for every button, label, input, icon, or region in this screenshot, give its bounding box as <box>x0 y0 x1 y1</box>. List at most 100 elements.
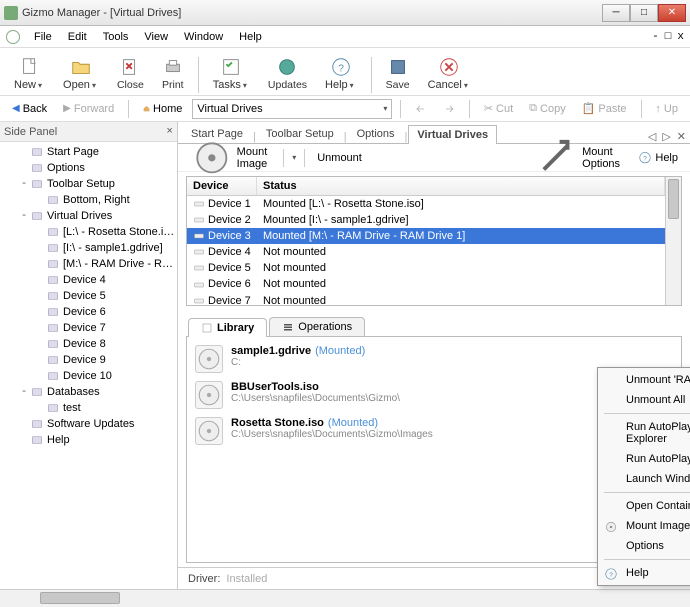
device-row[interactable]: Device 1Mounted [L:\ - Rosetta Stone.iso… <box>187 196 665 212</box>
svg-text:?: ? <box>338 64 344 75</box>
library-item-name: Rosetta Stone.iso(Mounted) <box>231 417 597 429</box>
tree-item[interactable]: Software Updates <box>0 416 177 432</box>
column-header-device[interactable]: Device <box>187 177 257 195</box>
device-status: Mounted [L:\ - Rosetta Stone.iso] <box>257 197 665 211</box>
drive-icon <box>30 209 44 223</box>
copy-button[interactable]: ⧉ Copy <box>523 100 572 117</box>
tree-item[interactable]: [I:\ - sample1.gdrive] <box>0 240 177 256</box>
device-row[interactable]: Device 4Not mounted <box>187 244 665 260</box>
context-menu-item[interactable]: Launch Windows Explorer <box>600 469 690 489</box>
tree-item[interactable]: Device 8 <box>0 336 177 352</box>
table-scrollbar[interactable] <box>665 177 681 305</box>
tree-item[interactable]: Help <box>0 432 177 448</box>
tree-item-label: Software Updates <box>47 418 134 430</box>
address-combobox[interactable]: Virtual Drives▾ <box>192 99 392 119</box>
context-menu-item[interactable]: Unmount All <box>600 390 690 410</box>
tree-item-label: Virtual Drives <box>47 210 112 222</box>
tree-twisty[interactable]: - <box>18 210 30 222</box>
help-icon: ? <box>604 567 618 581</box>
tab-operations[interactable]: Operations <box>269 317 365 336</box>
tree-item-label: Device 5 <box>63 290 106 302</box>
mdi-restore-button[interactable]: □ <box>665 31 672 43</box>
tree-item-label: Device 10 <box>63 370 112 382</box>
tree-item[interactable]: Device 9 <box>0 352 177 368</box>
context-menu-item[interactable]: Run AutoPlay, or launch Windows Explorer <box>600 417 690 449</box>
tree-item[interactable]: Device 6 <box>0 304 177 320</box>
minimize-button[interactable]: ─ <box>602 4 630 22</box>
open-button[interactable]: Open <box>55 54 107 93</box>
dropdown-icon[interactable]: ▾ <box>292 153 296 162</box>
device-name: Device 3 <box>208 230 251 242</box>
tree-twisty[interactable]: - <box>18 386 30 398</box>
help-button[interactable]: ?Help <box>317 54 365 93</box>
device-row[interactable]: Device 5Not mounted <box>187 260 665 276</box>
close-button[interactable]: Close <box>109 54 152 93</box>
tab-options[interactable]: Options <box>348 124 404 143</box>
tree-item[interactable]: Start Page <box>0 144 177 160</box>
device-row[interactable]: Device 6Not mounted <box>187 276 665 292</box>
mdi-close-button[interactable]: x <box>677 31 684 43</box>
tree-item[interactable]: test <box>0 400 177 416</box>
menu-view[interactable]: View <box>136 29 176 45</box>
mount-image-button[interactable]: Mount Image <box>186 134 275 182</box>
side-panel-close-button[interactable]: × <box>166 126 173 138</box>
tree-item-label: test <box>63 402 81 414</box>
tree-item[interactable]: -Databases <box>0 384 177 400</box>
save-button[interactable]: Save <box>378 54 418 93</box>
drive-icon <box>46 369 60 383</box>
menu-window[interactable]: Window <box>176 29 231 45</box>
tree-item[interactable]: -Toolbar Setup <box>0 176 177 192</box>
tree-item-label: [L:\ - Rosetta Stone.iso] <box>63 226 175 238</box>
tab-virtual-drives[interactable]: Virtual Drives <box>408 125 497 144</box>
menu-edit[interactable]: Edit <box>60 29 95 45</box>
unmount-button[interactable]: Unmount <box>313 150 366 166</box>
redo-button[interactable] <box>437 101 461 117</box>
tree-item[interactable]: Device 5 <box>0 288 177 304</box>
context-menu-item[interactable]: Run AutoPlay <box>600 449 690 469</box>
forward-button[interactable]: ▶Forward <box>57 101 120 117</box>
back-button[interactable]: ◀Back <box>6 101 53 117</box>
up-button[interactable]: ↑ Up <box>649 101 684 117</box>
device-row[interactable]: Device 3Mounted [M:\ - RAM Drive - RAM D… <box>187 228 665 244</box>
tree-item[interactable]: Options <box>0 160 177 176</box>
context-menu-item[interactable]: Open Containing Folder <box>600 496 690 516</box>
tree-item[interactable]: Device 7 <box>0 320 177 336</box>
menu-tools[interactable]: Tools <box>95 29 137 45</box>
tab-library[interactable]: Library <box>188 318 267 337</box>
undo-button[interactable] <box>409 101 433 117</box>
cut-button[interactable]: ✂ Cut <box>478 100 519 117</box>
context-menu-item[interactable]: Mount Image <box>600 516 690 536</box>
new-button[interactable]: New <box>6 54 53 93</box>
device-row[interactable]: Device 7Not mounted <box>187 293 665 305</box>
context-menu-item[interactable]: Options <box>600 536 690 556</box>
tree-item-label: Help <box>47 434 70 446</box>
tasks-button[interactable]: Tasks <box>205 54 258 93</box>
column-header-status[interactable]: Status <box>257 177 665 195</box>
disc-icon <box>604 520 618 534</box>
updates-button[interactable]: Updates <box>260 54 315 93</box>
tree-item[interactable]: - Virtual Drives <box>0 208 177 224</box>
tree-item[interactable]: Device 4 <box>0 272 177 288</box>
print-button[interactable]: Print <box>154 54 192 93</box>
close-window-button[interactable]: ✕ <box>658 4 686 22</box>
tree-item-label: [M:\ - RAM Drive - RAM D <box>63 258 175 270</box>
cancel-button[interactable]: Cancel <box>420 54 479 93</box>
side-panel-tree[interactable]: Start PageOptions-Toolbar SetupBottom, R… <box>0 142 177 589</box>
context-menu-item[interactable]: ?Help <box>600 563 690 583</box>
tree-item[interactable]: Device 10 <box>0 368 177 384</box>
home-button[interactable]: Home <box>137 101 188 117</box>
context-menu-item[interactable]: Unmount 'RAM Drive - RAM Drive 1' <box>600 370 690 390</box>
app-menu-icon[interactable] <box>6 30 20 44</box>
tree-item[interactable]: [L:\ - Rosetta Stone.iso] <box>0 224 177 240</box>
hdd-icon <box>46 257 60 271</box>
paste-button[interactable]: 📋 Paste <box>576 100 633 117</box>
tree-item[interactable]: Bottom, Right <box>0 192 177 208</box>
menu-file[interactable]: File <box>26 29 60 45</box>
side-panel-hscrollbar[interactable] <box>0 589 690 607</box>
tree-twisty[interactable]: - <box>18 178 30 190</box>
device-row[interactable]: Device 2Mounted [I:\ - sample1.gdrive] <box>187 212 665 228</box>
maximize-button[interactable]: □ <box>630 4 658 22</box>
tree-item[interactable]: [M:\ - RAM Drive - RAM D <box>0 256 177 272</box>
mdi-minimize-button[interactable]: - <box>652 31 659 43</box>
menu-help[interactable]: Help <box>231 29 270 45</box>
